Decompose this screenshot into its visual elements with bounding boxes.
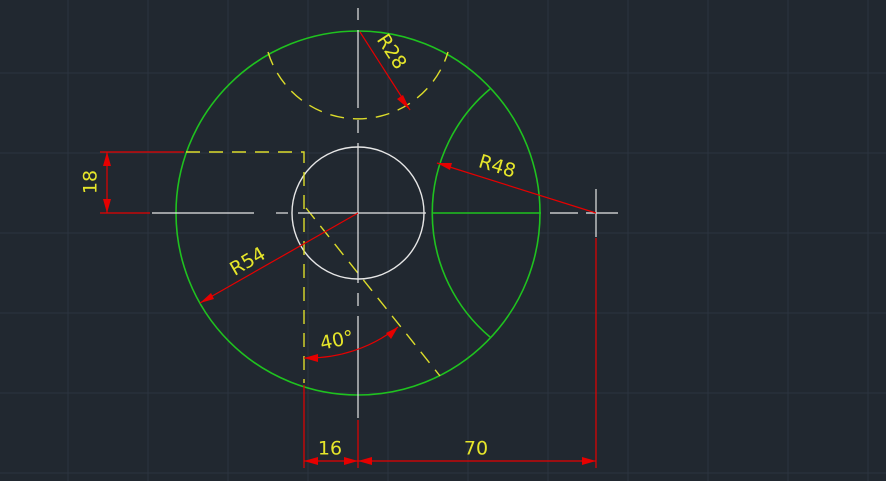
drawing-background <box>0 0 886 481</box>
dim-70-label[interactable]: 70 <box>464 438 488 460</box>
dim-16-label[interactable]: 16 <box>318 438 342 460</box>
dim-18-label[interactable]: 18 <box>80 170 102 194</box>
cad-drawing[interactable]: R28 R48 R54 18 40° 16 70 <box>0 0 886 481</box>
